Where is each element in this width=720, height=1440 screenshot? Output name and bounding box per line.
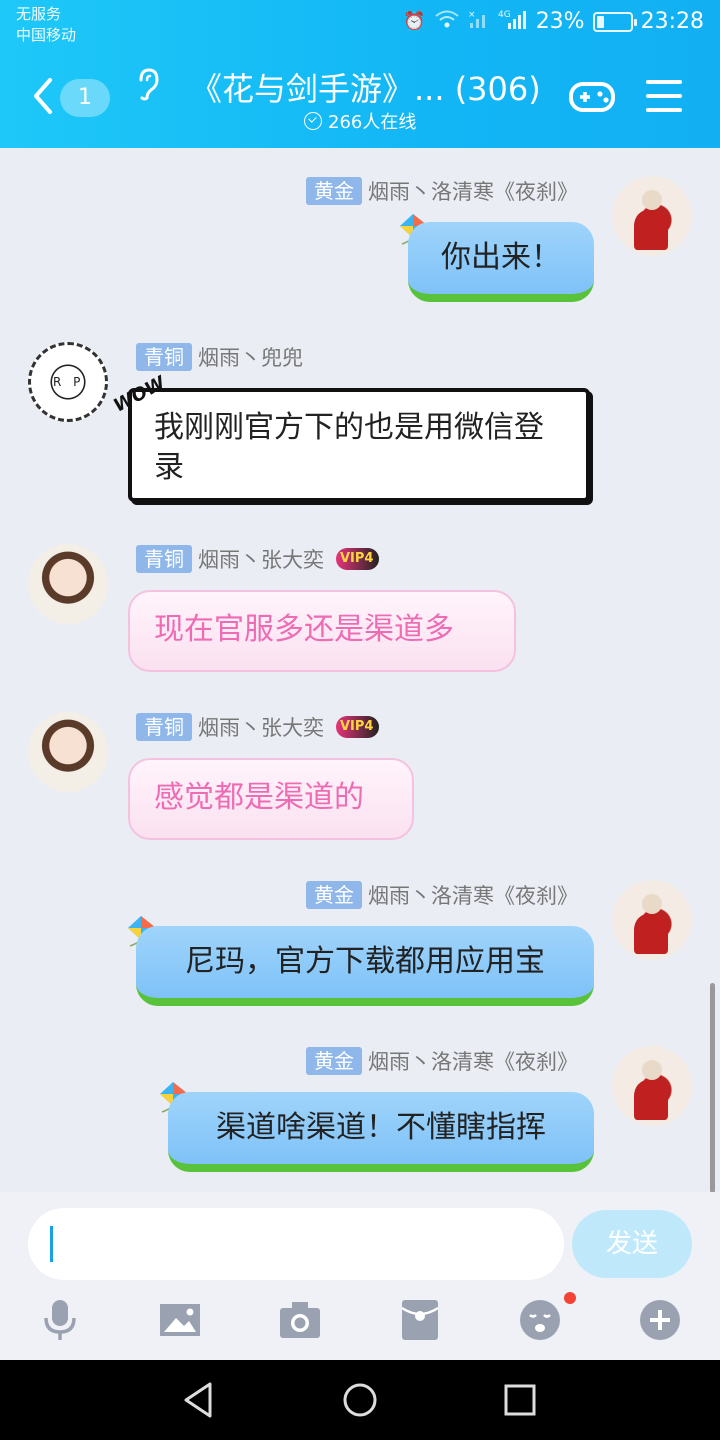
message-bubble[interactable]: 感觉都是渠道的 <box>128 758 414 840</box>
nav-recents-button[interactable] <box>500 1380 540 1420</box>
notification-dot <box>564 1292 576 1304</box>
group-title: 《花与剑手游》... (306) <box>190 70 541 108</box>
send-button[interactable]: 发送 <box>572 1210 692 1278</box>
wifi-icon <box>434 9 460 34</box>
menu-button[interactable] <box>646 80 682 112</box>
carrier-line1: 无服务 <box>16 5 62 23</box>
text-cursor <box>50 1226 53 1262</box>
message-text: 渠道啥渠道！不懂瞎指挥 <box>216 1110 546 1145</box>
carrier-info: 无服务 中国移动 <box>16 4 76 46</box>
message-meta: 黄金 烟雨丶洛清寒《夜刹》 <box>306 1046 578 1076</box>
image-icon[interactable] <box>158 1298 202 1342</box>
avatar[interactable] <box>28 712 108 792</box>
sender-name[interactable]: 烟雨丶洛清寒《夜刹》 <box>368 880 578 910</box>
menu-line <box>646 80 682 84</box>
message-meta: 青铜 烟雨丶兜兜 <box>136 342 303 372</box>
message-text: 尼玛，官方下载都用应用宝 <box>185 944 545 979</box>
sender-name[interactable]: 烟雨丶兜兜 <box>198 342 303 372</box>
rank-tag: 青铜 <box>136 343 192 371</box>
unread-count-badge[interactable]: 1 <box>60 79 110 117</box>
rank-tag: 黄金 <box>306 177 362 205</box>
rank-tag: 青铜 <box>136 713 192 741</box>
avatar[interactable] <box>612 1046 692 1126</box>
avatar[interactable] <box>28 544 108 624</box>
online-count-label: 266人在线 <box>328 112 417 133</box>
back-button[interactable] <box>28 74 58 118</box>
sender-name[interactable]: 烟雨丶洛清寒《夜刹》 <box>368 1046 578 1076</box>
message-text: 现在官服多还是渠道多 <box>154 612 454 647</box>
rank-tag: 青铜 <box>136 545 192 573</box>
svg-text:4G: 4G <box>498 10 511 20</box>
vip-badge: VIP4 <box>336 548 380 570</box>
scrollbar[interactable] <box>710 983 715 1192</box>
input-bar: 发送 <box>0 1192 720 1360</box>
plus-icon[interactable] <box>638 1298 682 1342</box>
system-nav-bar <box>0 1360 720 1440</box>
avatar[interactable]: R P <box>28 342 108 422</box>
online-count: 266人在线 <box>304 108 416 134</box>
battery-fill <box>596 15 604 28</box>
message-bubble[interactable]: 你出来！ <box>408 222 594 302</box>
gamepad-icon <box>569 82 615 112</box>
vip-badge: VIP4 <box>336 716 380 738</box>
online-check-icon <box>304 112 322 130</box>
message-list[interactable]: 黄金 烟雨丶洛清寒《夜刹》 你出来！ R P 青铜 烟雨丶兜兜 我刚刚官方下的也… <box>0 148 720 1192</box>
signal-4g-icon: 4G <box>498 8 528 35</box>
message-meta: 青铜 烟雨丶张大奕 VIP4 <box>136 544 380 574</box>
chevron-left-icon <box>34 78 52 114</box>
triangle-back-icon <box>184 1382 212 1418</box>
menu-line <box>646 94 682 98</box>
sender-name[interactable]: 烟雨丶洛清寒《夜刹》 <box>368 176 578 206</box>
message-meta: 青铜 烟雨丶张大奕 VIP4 <box>136 712 380 742</box>
message-text: 我刚刚官方下的也是用微信登录 <box>154 410 544 485</box>
message-bubble[interactable]: 尼玛，官方下载都用应用宝 <box>136 926 594 1006</box>
svg-text:×: × <box>468 10 476 20</box>
clock: 23:28 <box>640 9 704 34</box>
alarm-icon: ⏰ <box>403 11 426 32</box>
message-bubble[interactable]: 我刚刚官方下的也是用微信登录 <box>128 388 590 502</box>
ear-icon[interactable] <box>133 66 163 102</box>
message-bubble[interactable]: 现在官服多还是渠道多 <box>128 590 516 672</box>
emoji-icon[interactable] <box>518 1298 562 1342</box>
message-text: 感觉都是渠道的 <box>154 780 364 815</box>
status-icons: ⏰ × 4G 23% 23:28 <box>403 8 704 35</box>
avatar[interactable] <box>612 176 692 256</box>
message-bubble[interactable]: 渠道啥渠道！不懂瞎指挥 <box>168 1092 594 1172</box>
red-packet-icon[interactable] <box>398 1298 442 1342</box>
chat-header: 无服务 中国移动 ⏰ × 4G 23% 23:28 1 《花与剑手游》... (… <box>0 0 720 148</box>
circle-home-icon <box>343 1383 377 1417</box>
nav-home-button[interactable] <box>340 1380 380 1420</box>
game-button[interactable] <box>568 74 616 118</box>
status-bar: 无服务 中国移动 ⏰ × 4G 23% 23:28 <box>0 0 720 48</box>
signal-off-icon: × <box>468 9 490 34</box>
square-recents-icon <box>504 1384 536 1416</box>
carrier-line2: 中国移动 <box>16 26 77 44</box>
rank-tag: 黄金 <box>306 881 362 909</box>
message-text: 你出来！ <box>441 240 561 275</box>
battery-icon <box>592 11 637 32</box>
sender-name[interactable]: 烟雨丶张大奕 <box>198 712 324 742</box>
nav-back-button[interactable] <box>180 1380 220 1420</box>
menu-line <box>646 108 682 112</box>
avatar[interactable] <box>612 880 692 960</box>
avatar-text: R P <box>53 375 85 389</box>
rank-tag: 黄金 <box>306 1047 362 1075</box>
message-meta: 黄金 烟雨丶洛清寒《夜刹》 <box>306 176 578 206</box>
message-meta: 黄金 烟雨丶洛清寒《夜刹》 <box>306 880 578 910</box>
microphone-icon[interactable] <box>38 1298 82 1342</box>
battery-percent: 23% <box>535 9 585 34</box>
sender-name[interactable]: 烟雨丶张大奕 <box>198 544 324 574</box>
message-input[interactable] <box>28 1208 564 1280</box>
camera-icon[interactable] <box>278 1298 322 1342</box>
